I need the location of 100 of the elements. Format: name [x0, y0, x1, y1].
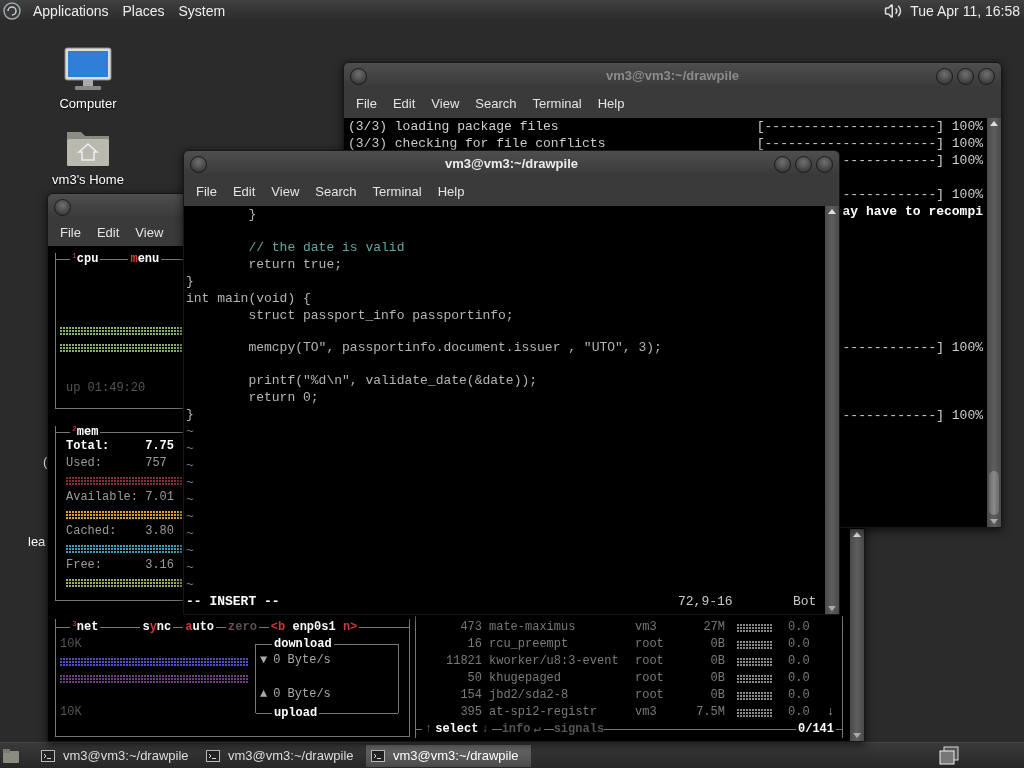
- menu-item[interactable]: Help: [429, 181, 473, 202]
- taskbar-button[interactable]: vm3@vm3:~/drawpile: [366, 744, 531, 767]
- menu-item[interactable]: File: [188, 181, 225, 202]
- cpu-cell-text: 0.0: [788, 619, 811, 636]
- desktop-icon-label[interactable]: vm3's Home: [52, 170, 124, 190]
- menu-item[interactable]: File: [52, 223, 89, 243]
- scroll-marker: ↓: [827, 704, 835, 721]
- menu-item[interactable]: Terminal: [364, 181, 430, 202]
- cpu-cell-text: 0.0: [788, 653, 811, 670]
- menu-item[interactable]: Terminal: [524, 93, 590, 114]
- panel-menu[interactable]: System: [171, 0, 233, 22]
- code-line: return 0;: [247, 389, 319, 406]
- scroll-up-icon[interactable]: [828, 209, 836, 214]
- scroll-down-icon[interactable]: [990, 519, 998, 524]
- net-option[interactable]: auto: [183, 619, 217, 636]
- workspace-icon[interactable]: [938, 745, 960, 766]
- pid-cell-text: 395: [459, 704, 482, 721]
- scrollbar[interactable]: [850, 529, 864, 741]
- scrollbar[interactable]: [825, 206, 839, 614]
- logo-icon[interactable]: [2, 1, 22, 21]
- show-desktop-icon[interactable]: [2, 747, 20, 764]
- progress-text: ------------] 100%: [842, 407, 983, 424]
- panel-menu[interactable]: Applications: [26, 0, 116, 22]
- select-action[interactable]: select: [435, 721, 479, 738]
- process-name-cell-text: kworker/u8:3-event: [489, 653, 620, 670]
- menu-item[interactable]: View: [127, 223, 172, 243]
- cpu-cell-text: 0.0: [788, 704, 811, 721]
- pid-cell-text: 11821: [445, 653, 482, 670]
- close-button[interactable]: [978, 67, 995, 85]
- up-arrow: ▲: [260, 686, 268, 703]
- speaker-icon[interactable]: [884, 2, 903, 20]
- window-menu-button[interactable]: [190, 155, 207, 173]
- maximize-button[interactable]: [795, 155, 812, 173]
- empty-line-marker: ~: [186, 423, 194, 440]
- minimize-button[interactable]: [936, 67, 953, 85]
- code-line: // the date is valid: [247, 238, 405, 256]
- process-name-cell-text: rcu_preempt: [489, 636, 570, 653]
- net-option[interactable]: <b enp0s1 n>: [268, 619, 360, 636]
- pid-cell-text: 50: [466, 670, 482, 687]
- code-line: memcpy(TO", passportinfo.document.issuer , "UTO", 3);: [247, 339, 662, 357]
- memory-cell: 7.5M: [695, 704, 725, 721]
- menu-item[interactable]: Edit: [88, 223, 128, 243]
- terminal-line: ay have to recompi: [842, 203, 983, 220]
- scrollbar[interactable]: [987, 118, 1001, 527]
- menu-item[interactable]: Edit: [384, 93, 424, 114]
- menu-item[interactable]: Search: [467, 93, 525, 114]
- taskbar-button[interactable]: vm3@vm3:~/drawpile: [36, 744, 201, 767]
- empty-line-marker: ~: [186, 559, 194, 576]
- panel-title: $^{2}$mem: [71, 423, 100, 440]
- terminal-icon: [41, 749, 55, 762]
- panel-title: $^{3}$net: [71, 619, 100, 636]
- scroll-down-icon[interactable]: [853, 733, 861, 738]
- desktop-icon-label[interactable]: (: [43, 452, 48, 472]
- menu-item[interactable]: File: [348, 93, 385, 114]
- minimize-button[interactable]: [774, 155, 791, 173]
- net-option[interactable]: sync: [140, 619, 174, 636]
- desktop-icon-label[interactable]: Computer: [59, 94, 117, 114]
- menu-item[interactable]: Edit: [224, 181, 264, 202]
- scroll-thumb[interactable]: [989, 471, 999, 515]
- user-cell-text: root: [635, 670, 665, 687]
- process-name-cell-text: jbd2/sda2-8: [489, 687, 570, 704]
- user-cell-text: root: [635, 636, 665, 653]
- computer-icon[interactable]: [63, 46, 113, 92]
- maximize-button[interactable]: [957, 67, 974, 85]
- progress-text: [----------------------] 100%: [756, 135, 983, 152]
- empty-line-marker: ~: [186, 474, 194, 491]
- memory-graph: [737, 673, 773, 684]
- menu-item[interactable]: Search: [307, 181, 365, 202]
- scroll-down-icon[interactable]: [828, 606, 836, 611]
- memory-value: Cached: 3.80: [66, 524, 175, 538]
- window-menu-button[interactable]: [54, 198, 71, 216]
- window-title: vm3@vm3:~/drawpile: [605, 67, 740, 86]
- taskbar-button[interactable]: vm3@vm3:~/drawpile: [201, 744, 366, 767]
- menu-hotkey[interactable]: menu: [128, 250, 162, 268]
- key-hint: ↓: [480, 721, 490, 738]
- memory-graph: [737, 656, 773, 667]
- code-line: return true;: [247, 255, 343, 273]
- scroll-up-icon[interactable]: [990, 121, 998, 126]
- window-menu-button[interactable]: [350, 67, 367, 85]
- terminal-line: (3/3) loading package files: [348, 118, 559, 135]
- empty-line-marker: ~: [186, 440, 194, 457]
- vim-mode: -- INSERT --: [186, 593, 280, 610]
- close-button[interactable]: [816, 155, 833, 173]
- memory-cell-text: 0B: [709, 670, 725, 687]
- desktop-icon-label[interactable]: lea: [28, 532, 46, 552]
- cpu-cell-text: 0.0: [788, 670, 811, 687]
- process-count: 0/141: [797, 721, 835, 738]
- code-line: struct passport_info passportinfo;: [247, 306, 514, 324]
- scroll-up-icon[interactable]: [853, 532, 861, 537]
- memory-value: Free: 3.16: [66, 558, 175, 572]
- upload-title: upload: [273, 704, 319, 722]
- menu-item[interactable]: View: [423, 93, 468, 114]
- process-name-cell-text: mate-maximus: [489, 619, 577, 636]
- menu-item[interactable]: Help: [589, 93, 633, 114]
- panel-menu[interactable]: Places: [115, 0, 172, 22]
- menu-item[interactable]: View: [263, 181, 308, 202]
- clock[interactable]: Tue Apr 11, 16:58: [910, 0, 1024, 22]
- memory-value: Available: 7.01: [66, 490, 175, 504]
- cpu-cell-text: 0.0: [788, 636, 811, 653]
- memory-graph: [737, 622, 773, 633]
